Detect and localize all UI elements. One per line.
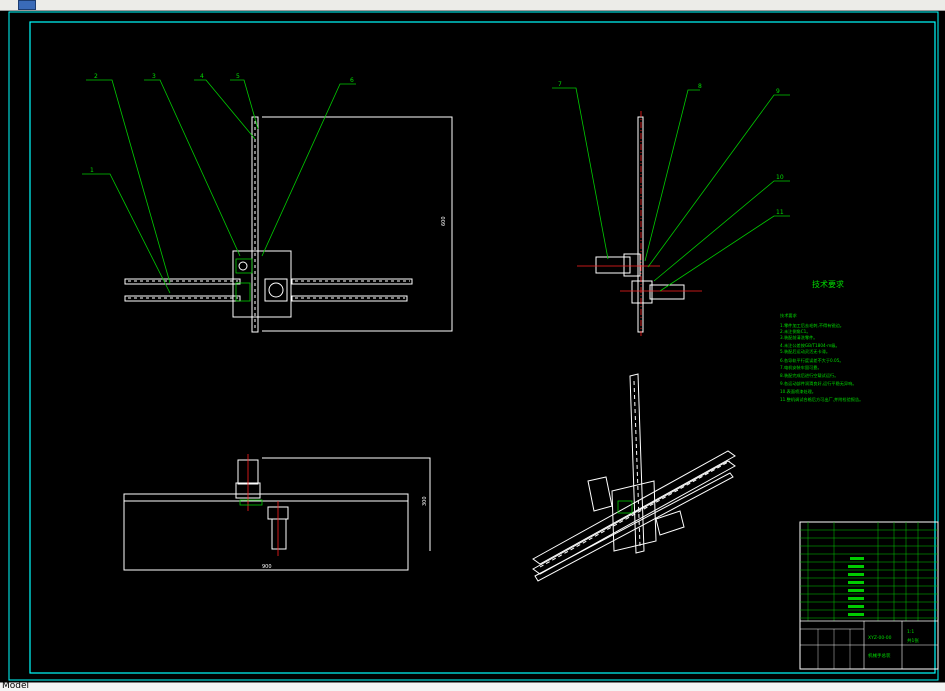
- tech-line: 9.各运动部件润滑良好,运行平稳无异响。: [780, 380, 857, 387]
- autocad-document-icon[interactable]: [18, 0, 36, 10]
- callout-label: 6: [350, 77, 354, 84]
- drawing-canvas[interactable]: 600 1 2 3 4 5 6 7 8 9 10 11 900 300 技术要求…: [0, 11, 945, 682]
- callout-label: 2: [94, 73, 98, 80]
- drawing-scale: 1:1: [907, 629, 914, 635]
- callout-label: 3: [152, 73, 156, 80]
- tech-line: 3.装配前清洗零件。: [780, 334, 818, 341]
- callout-label: 10: [776, 174, 784, 181]
- front-view: 600 1 2 3 4 5 6: [82, 73, 453, 333]
- svg-text:900: 900: [262, 564, 272, 570]
- tech-line: 4.未注公差按GB/T1804-m级。: [780, 342, 840, 349]
- callout-label: 8: [698, 83, 702, 90]
- title-bar: [0, 0, 945, 11]
- svg-text:300: 300: [422, 496, 428, 506]
- tech-line: 11.整机调试合格后方可出厂,并附检验报告。: [780, 396, 863, 403]
- drawing-sheet: 共1张: [907, 637, 919, 644]
- top-view: 900 300: [123, 454, 431, 571]
- tech-line: 1.零件加工后去毛刺,不得有锐边。: [780, 322, 844, 329]
- tech-line: 8.装配完成后进行空载试运行。: [780, 372, 838, 379]
- side-view: 7 8 9 10 11: [552, 81, 790, 336]
- tech-line: 10.表面喷漆处理。: [780, 388, 816, 395]
- isometric-view: [532, 373, 736, 582]
- callout-label: 7: [558, 81, 562, 88]
- callout-label: 5: [236, 73, 240, 80]
- tech-line: 6.各导轨平行度误差不大于0.05。: [780, 357, 844, 364]
- technical-requirements: 技术要求 技术要求 1.零件加工后去毛刺,不得有锐边。 2.未注倒角C1。 3.…: [780, 279, 863, 403]
- drawing-name: 机械手总装: [868, 652, 891, 659]
- callout-label: 11: [776, 209, 784, 216]
- title-block: XYZ-00-00 1:1 共1张 机械手总装: [799, 521, 939, 670]
- callout-label: 1: [90, 167, 94, 174]
- tech-line: 2.未注倒角C1。: [780, 328, 811, 335]
- callout-label: 4: [200, 73, 204, 80]
- drawing-number: XYZ-00-00: [868, 635, 892, 641]
- svg-text:600: 600: [441, 216, 447, 226]
- cad-drawing: 600 1 2 3 4 5 6 7 8 9 10 11 900 300 技术要求…: [8, 11, 939, 681]
- tech-line: 技术要求: [780, 312, 798, 319]
- tech-title: 技术要求: [812, 279, 844, 289]
- callout-label: 9: [776, 88, 780, 95]
- tech-line: 7.电机安装牢固可靠。: [780, 364, 822, 371]
- tech-line: 5.装配后运动灵活无卡滞。: [780, 348, 830, 355]
